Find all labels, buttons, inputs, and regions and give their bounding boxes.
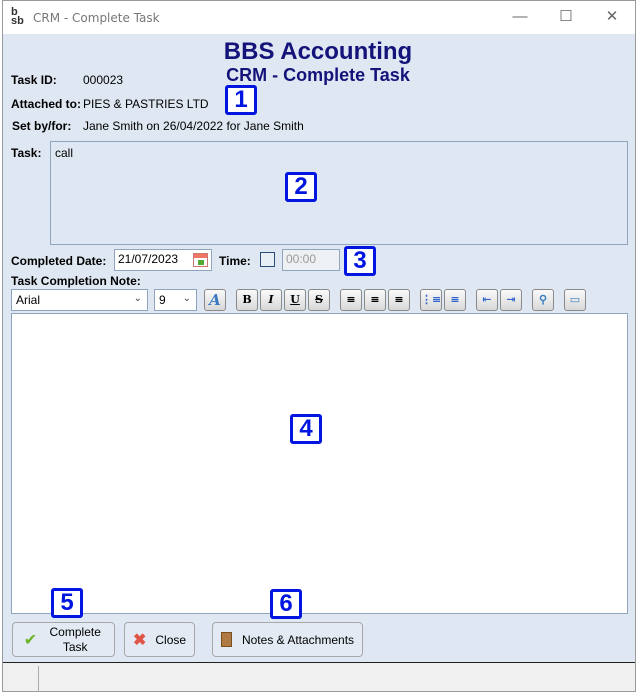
font-value: Arial xyxy=(16,293,41,307)
time-value: 00:00 xyxy=(286,252,317,266)
completed-date-label: Completed Date: xyxy=(11,254,107,268)
checkmark-icon: ✔ xyxy=(23,631,38,649)
font-select[interactable]: Arial ⌄ xyxy=(11,289,148,311)
outdent-icon[interactable]: ⇤ xyxy=(476,289,498,311)
numbered-list-icon[interactable]: ≡ xyxy=(444,289,466,311)
close-x-icon: ✖ xyxy=(132,631,147,649)
window-title: CRM - Complete Task xyxy=(33,11,160,25)
bullet-list-icon[interactable]: ⋮≡ xyxy=(420,289,442,311)
attached-to-value: PIES & PASTRIES LTD xyxy=(83,97,209,111)
italic-button[interactable]: I xyxy=(260,289,282,311)
status-bar xyxy=(3,662,635,692)
indent-icon[interactable]: ⇥ xyxy=(500,289,522,311)
title-bar: b sb CRM - Complete Task — ☐ ✕ xyxy=(3,1,635,34)
calendar-icon[interactable] xyxy=(193,253,208,267)
task-text: call xyxy=(55,146,74,160)
clipboard-icon xyxy=(220,632,232,647)
notes-attachments-button[interactable]: Notes & Attachments xyxy=(212,622,363,657)
font-color-button[interactable]: A xyxy=(204,289,226,311)
completed-date-input[interactable]: 21/07/2023 xyxy=(114,249,212,271)
time-checkbox[interactable] xyxy=(260,252,275,267)
task-id-value: 000023 xyxy=(83,73,124,87)
minimize-button[interactable]: — xyxy=(509,7,531,27)
time-label: Time: xyxy=(219,254,251,268)
close-button[interactable]: ✖ Close xyxy=(124,622,195,657)
completion-note-label: Task Completion Note: xyxy=(11,274,141,288)
close-window-button[interactable]: ✕ xyxy=(601,7,623,27)
annotation-badge: 1 xyxy=(225,85,257,115)
notes-attachments-label: Notes & Attachments xyxy=(241,632,355,647)
monitor-icon[interactable]: ▭ xyxy=(564,289,586,311)
chevron-down-icon: ⌄ xyxy=(133,293,142,304)
strikethrough-button[interactable]: S xyxy=(308,289,330,311)
maximize-button[interactable]: ☐ xyxy=(555,7,577,27)
task-id-label: Task ID: xyxy=(11,73,57,87)
font-size-value: 9 xyxy=(159,293,166,307)
align-left-icon[interactable]: ≡ xyxy=(340,289,362,311)
annotation-badge: 2 xyxy=(285,172,317,202)
task-description: call xyxy=(50,141,628,245)
complete-task-label: Complete Task xyxy=(49,624,101,654)
completion-note-editor[interactable] xyxy=(11,313,628,614)
complete-task-button[interactable]: ✔ Complete Task xyxy=(12,622,115,657)
set-by-label: Set by/for: xyxy=(12,119,72,133)
set-by-value: Jane Smith on 26/04/2022 for Jane Smith xyxy=(83,119,304,133)
chevron-down-icon: ⌄ xyxy=(182,293,191,304)
completed-date-value: 21/07/2023 xyxy=(118,252,179,266)
annotation-badge: 6 xyxy=(270,589,302,619)
close-label: Close xyxy=(155,632,187,647)
underline-button[interactable]: U xyxy=(284,289,306,311)
annotation-badge: 5 xyxy=(51,588,83,618)
status-divider xyxy=(38,666,39,692)
search-icon[interactable]: ⚲ xyxy=(532,289,554,311)
font-size-select[interactable]: 9 ⌄ xyxy=(154,289,197,311)
annotation-badge: 3 xyxy=(344,246,376,276)
bsb-logo-icon: b sb xyxy=(11,6,24,27)
task-label: Task: xyxy=(11,146,42,160)
bold-button[interactable]: B xyxy=(236,289,258,311)
annotation-badge: 4 xyxy=(290,414,322,444)
align-right-icon[interactable]: ≡ xyxy=(388,289,410,311)
company-name: BBS Accounting xyxy=(223,38,413,65)
attached-to-label: Attached to: xyxy=(11,97,81,111)
time-input[interactable]: 00:00 xyxy=(282,249,340,271)
align-center-icon[interactable]: ≡ xyxy=(364,289,386,311)
